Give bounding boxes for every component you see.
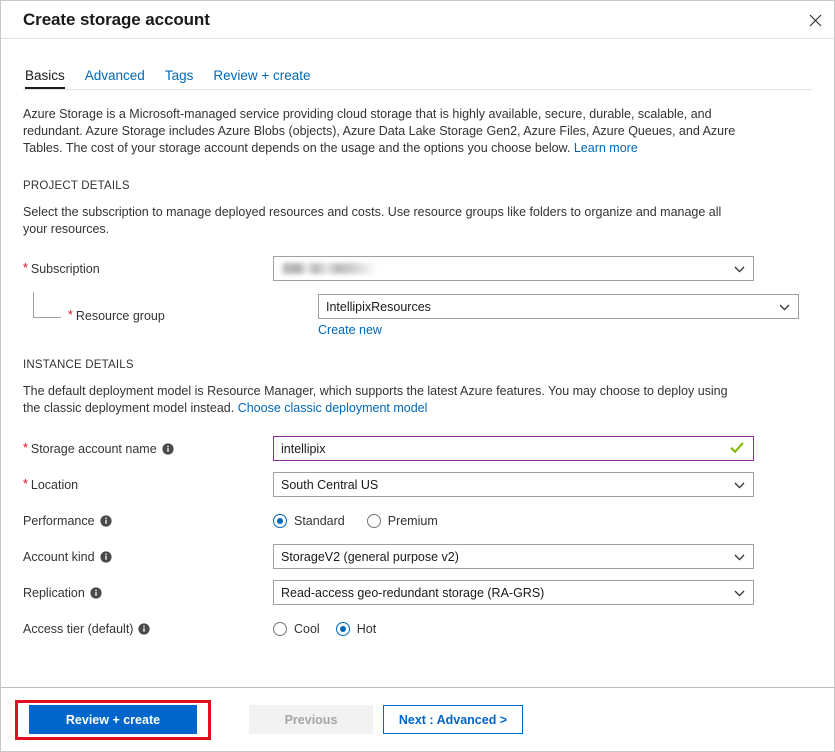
performance-row: Performance Standard Premium — [23, 508, 812, 533]
subscription-value-redacted — [281, 263, 381, 274]
previous-button[interactable]: Previous — [249, 705, 373, 734]
resource-group-label-wrap: * Resource group — [23, 291, 318, 323]
subscription-label: Subscription — [30, 261, 100, 276]
storage-account-name-label-wrap: * Storage account name — [23, 442, 273, 456]
learn-more-link[interactable]: Learn more — [574, 141, 638, 155]
replication-label: Replication — [23, 585, 85, 600]
resource-group-label: Resource group — [75, 308, 165, 323]
performance-option-standard[interactable]: Standard — [273, 513, 345, 528]
instance-details-description: The default deployment model is Resource… — [23, 383, 743, 417]
access-tier-option-cool[interactable]: Cool — [273, 621, 320, 636]
account-kind-select[interactable]: StorageV2 (general purpose v2) — [273, 544, 754, 569]
next-advanced-button[interactable]: Next : Advanced > — [383, 705, 523, 734]
access-tier-field-col: Cool Hot — [273, 616, 812, 641]
replication-label-wrap: Replication — [23, 586, 273, 600]
dialog-titlebar: Create storage account — [1, 1, 834, 39]
required-asterisk: * — [23, 441, 28, 456]
account-kind-value: StorageV2 (general purpose v2) — [281, 549, 459, 564]
dialog-footer: Review + create Previous Next : Advanced… — [1, 687, 834, 751]
storage-account-name-label: Storage account name — [30, 441, 157, 456]
access-tier-option-hot-label: Hot — [356, 621, 377, 636]
intro-paragraph: Azure Storage is a Microsoft-managed ser… — [23, 106, 763, 157]
tab-basics[interactable]: Basics — [23, 68, 75, 90]
instance-details-heading: INSTANCE DETAILS — [23, 359, 134, 371]
required-asterisk: * — [68, 308, 73, 323]
choose-classic-deployment-model-link[interactable]: Choose classic deployment model — [238, 401, 428, 415]
account-kind-label-wrap: Account kind — [23, 550, 273, 564]
required-asterisk: * — [23, 261, 28, 276]
info-icon[interactable] — [99, 514, 112, 527]
chevron-down-icon — [734, 478, 745, 492]
storage-account-name-row: * Storage account name intellipix — [23, 436, 812, 461]
tab-bar: Basics Advanced Tags Review + create — [1, 61, 834, 90]
location-row: * Location South Central US — [23, 472, 812, 497]
tab-tags[interactable]: Tags — [155, 68, 204, 90]
performance-label-wrap: Performance — [23, 514, 273, 528]
performance-radio-group: Standard Premium — [273, 508, 812, 533]
create-new-resource-group-link[interactable]: Create new — [318, 323, 382, 337]
chevron-down-icon — [734, 262, 745, 276]
review-create-wrapper: Review + create — [29, 705, 197, 734]
chevron-down-icon — [734, 550, 745, 564]
performance-option-premium-label: Premium — [387, 513, 438, 528]
account-kind-row: Account kind StorageV2 (general purpose … — [23, 544, 812, 569]
radio-icon-unselected — [366, 513, 381, 528]
access-tier-label: Access tier (default) — [23, 621, 134, 636]
access-tier-radio-group: Cool Hot — [273, 616, 812, 641]
info-icon[interactable] — [90, 586, 102, 599]
tab-review-create[interactable]: Review + create — [203, 68, 320, 90]
project-details-description: Select the subscription to manage deploy… — [23, 205, 722, 236]
subscription-select[interactable] — [273, 256, 754, 281]
location-field-col: South Central US — [273, 472, 812, 497]
project-details-heading: PROJECT DETAILS — [23, 180, 130, 192]
replication-value: Read-access geo-redundant storage (RA-GR… — [281, 585, 545, 600]
storage-account-name-value: intellipix — [281, 441, 326, 456]
close-icon[interactable] — [796, 1, 834, 39]
performance-option-standard-label: Standard — [294, 513, 345, 528]
info-icon[interactable] — [162, 442, 174, 455]
replication-field-col: Read-access geo-redundant storage (RA-GR… — [273, 580, 812, 605]
location-label-wrap: * Location — [23, 478, 273, 492]
storage-account-name-input[interactable]: intellipix — [273, 436, 754, 461]
dialog-body: Azure Storage is a Microsoft-managed ser… — [1, 90, 834, 687]
performance-option-premium[interactable]: Premium — [366, 513, 438, 528]
resource-group-row: * Resource group IntellipixResources Cre… — [23, 291, 812, 337]
access-tier-option-hot[interactable]: Hot — [335, 621, 377, 636]
subscription-field-col — [273, 256, 812, 281]
subscription-row: * Subscription — [23, 256, 812, 281]
replication-row: Replication Read-access geo-redundant st… — [23, 580, 812, 605]
resource-group-select[interactable]: IntellipixResources — [318, 294, 799, 319]
tab-advanced[interactable]: Advanced — [75, 68, 155, 90]
replication-select[interactable]: Read-access geo-redundant storage (RA-GR… — [273, 580, 754, 605]
location-select[interactable]: South Central US — [273, 472, 754, 497]
radio-icon-selected — [273, 513, 287, 528]
account-kind-label: Account kind — [23, 549, 95, 564]
radio-icon-selected — [335, 621, 350, 636]
storage-account-name-field-col: intellipix — [273, 436, 812, 461]
performance-field-col: Standard Premium — [273, 508, 812, 533]
radio-icon-unselected — [273, 621, 287, 636]
account-kind-field-col: StorageV2 (general purpose v2) — [273, 544, 812, 569]
chevron-down-icon — [734, 586, 745, 600]
info-icon[interactable] — [138, 622, 151, 635]
required-asterisk: * — [23, 477, 28, 492]
review-create-button[interactable]: Review + create — [29, 705, 197, 734]
access-tier-option-cool-label: Cool — [294, 621, 320, 636]
access-tier-row: Access tier (default) Cool Hot — [23, 616, 812, 641]
resource-group-field-col: IntellipixResources Create new — [318, 294, 812, 337]
info-icon[interactable] — [99, 550, 112, 563]
validation-check-icon — [730, 441, 744, 456]
subscription-label-wrap: * Subscription — [23, 262, 273, 276]
performance-label: Performance — [23, 513, 95, 528]
chevron-down-icon — [779, 300, 790, 314]
page-title: Create storage account — [23, 9, 210, 29]
location-value: South Central US — [281, 477, 379, 492]
access-tier-label-wrap: Access tier (default) — [23, 622, 273, 636]
tree-connector — [33, 291, 61, 318]
create-storage-account-dialog: Create storage account Basics Advanced T… — [0, 0, 835, 752]
location-label: Location — [30, 477, 79, 492]
resource-group-value: IntellipixResources — [326, 299, 431, 314]
